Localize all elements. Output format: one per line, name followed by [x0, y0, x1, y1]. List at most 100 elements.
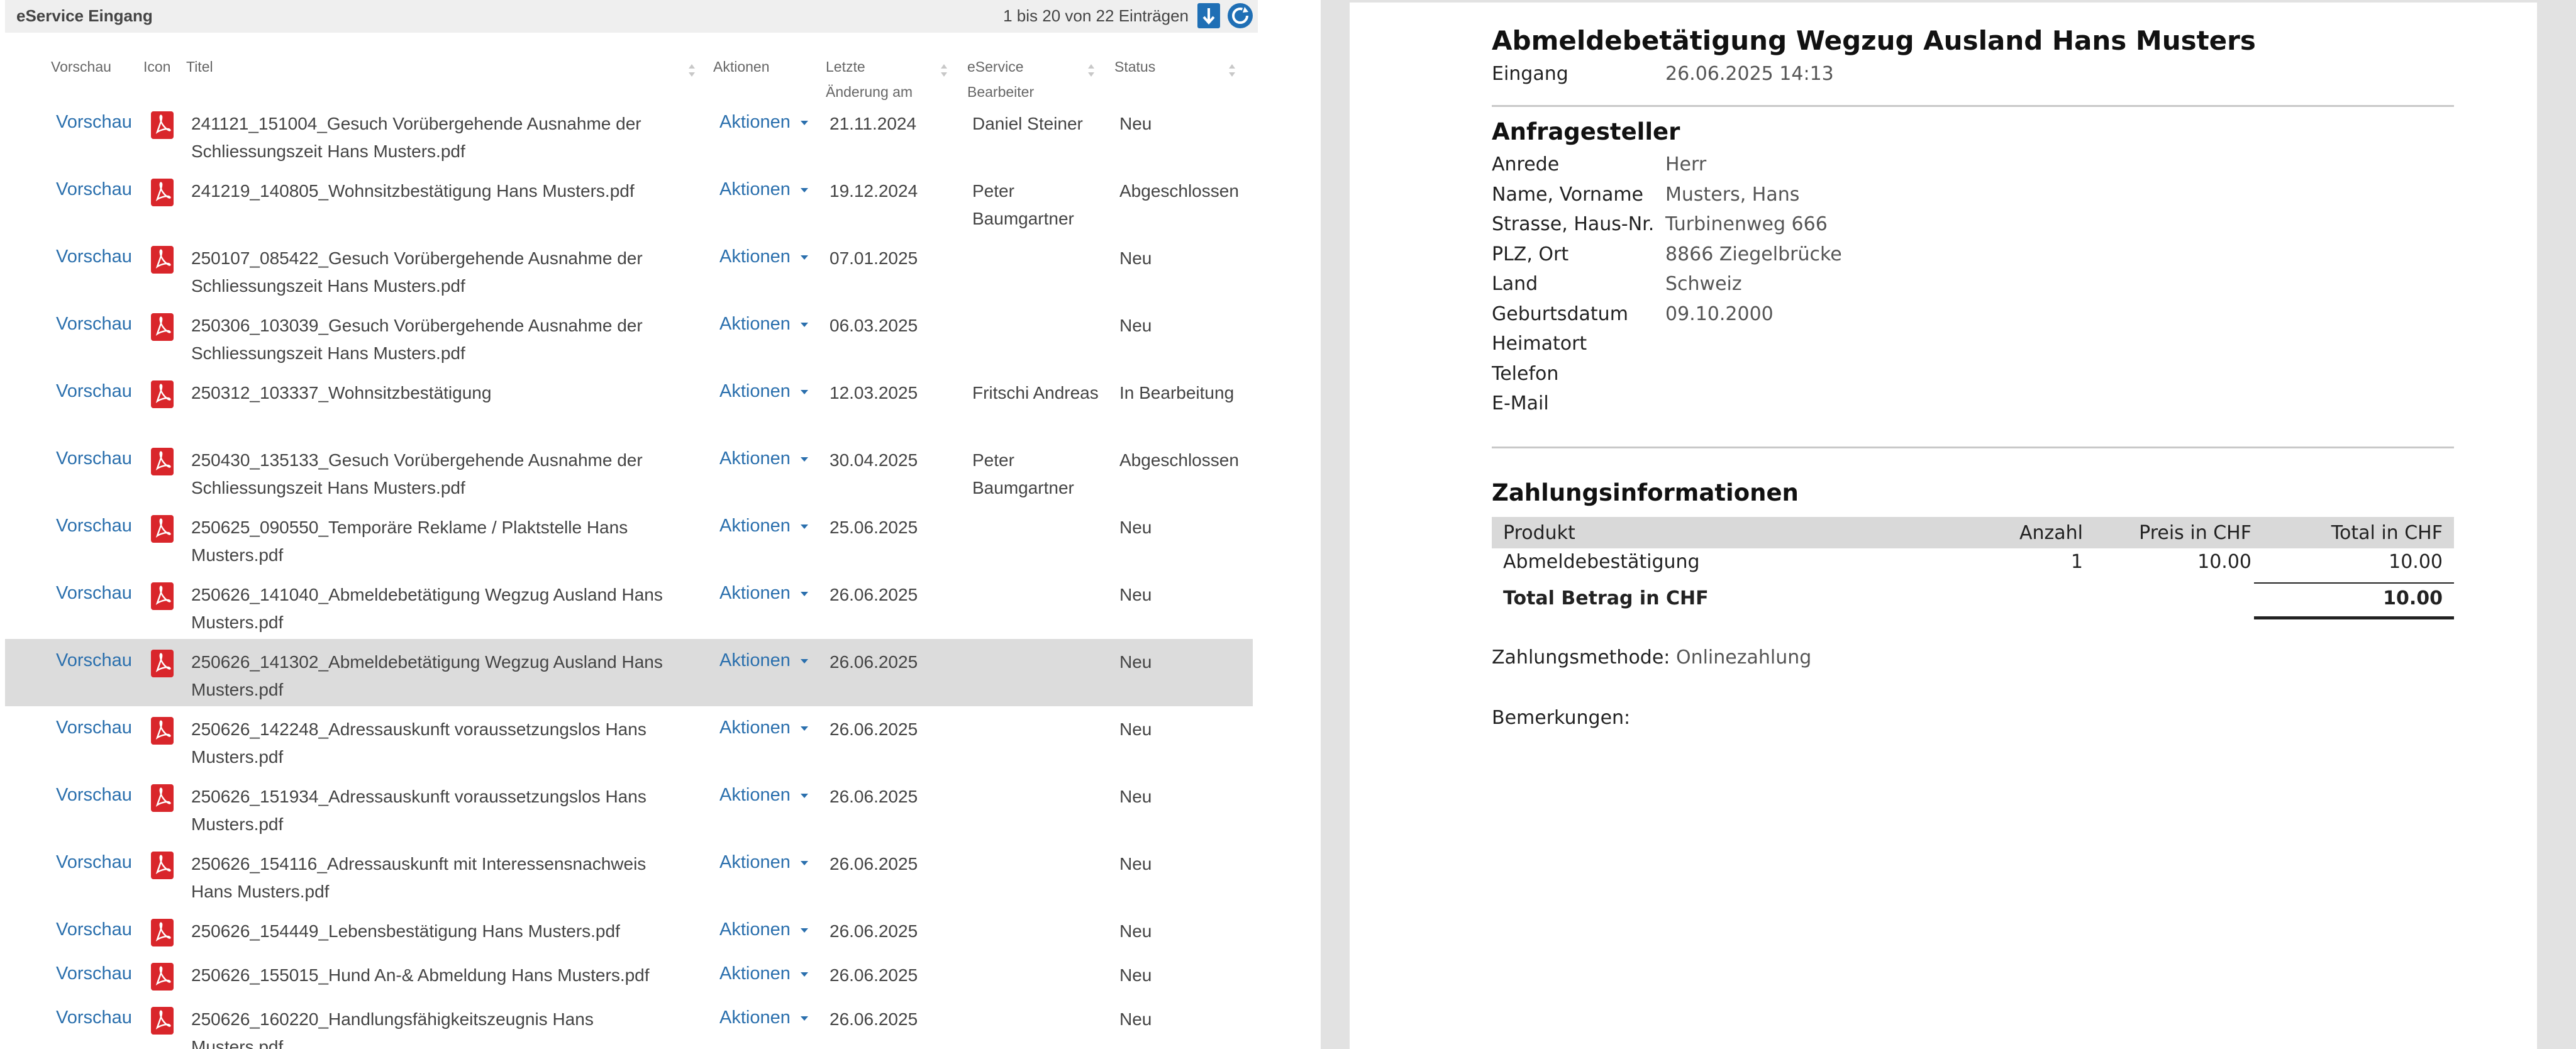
actions-dropdown[interactable]: Aktionen [719, 516, 808, 536]
table-row[interactable]: Vorschau 250626_160220_Handlungsfähigkeit… [5, 996, 1253, 1049]
field-value: Turbinenweg 666 [1665, 213, 1828, 235]
caret-down-icon [800, 120, 808, 125]
row-title[interactable]: 250626_160220_Handlungsfähigkeitszeugnis… [191, 1006, 682, 1049]
row-date: 30.04.2025 [830, 450, 918, 470]
row-status: Neu [1119, 719, 1152, 739]
preview-link[interactable]: Vorschau [56, 314, 132, 335]
actions-dropdown[interactable]: Aktionen [719, 179, 808, 200]
refresh-icon [1232, 7, 1248, 24]
sort-date-icon[interactable] [940, 63, 948, 80]
caret-down-icon [800, 658, 808, 663]
actions-dropdown[interactable]: Aktionen [719, 919, 808, 940]
row-title[interactable]: 250626_154449_Lebensbestätigung Hans Mus… [191, 918, 682, 945]
preview-link[interactable]: Vorschau [56, 852, 132, 873]
preview-link[interactable]: Vorschau [56, 516, 132, 536]
row-title[interactable]: 250626_151934_Adressauskunft voraussetzu… [191, 783, 682, 838]
td-price: 10.00 [2197, 551, 2251, 573]
actions-dropdown[interactable]: Aktionen [719, 650, 808, 671]
row-title[interactable]: 250430_135133_Gesuch Vorübergehende Ausn… [191, 447, 682, 502]
actions-dropdown[interactable]: Aktionen [719, 1007, 808, 1028]
actions-dropdown[interactable]: Aktionen [719, 963, 808, 984]
row-title[interactable]: 250626_141302_Abmeldebetätigung Wegzug A… [191, 648, 682, 704]
col-actions: Aktionen [713, 58, 770, 75]
row-editor: Peter Baumgartner [972, 181, 1074, 228]
field-label: Telefon [1492, 362, 1559, 385]
row-title[interactable]: 250626_141040_Abmeldebetätigung Wegzug A… [191, 581, 682, 636]
col-status[interactable]: Status [1114, 54, 1155, 79]
actions-dropdown[interactable]: Aktionen [719, 247, 808, 267]
actions-dropdown[interactable]: Aktionen [719, 718, 808, 738]
table-row[interactable]: Vorschau 250626_141040_Abmeldebetätigung … [5, 572, 1253, 639]
field-label: Heimatort [1492, 333, 1587, 355]
preview-link[interactable]: Vorschau [56, 112, 132, 133]
row-title[interactable]: 241219_140805_Wohnsitzbestätigung Hans M… [191, 177, 682, 205]
table-row[interactable]: Vorschau 250626_142248_Adressauskunft vor… [5, 706, 1253, 774]
table-row[interactable]: Vorschau 250312_103337_Wohnsitzbestätigun… [5, 370, 1253, 437]
col-title[interactable]: Titel [186, 54, 213, 79]
row-title[interactable]: 250312_103337_Wohnsitzbestätigung [191, 379, 682, 407]
document-title: Abmeldebetätigung Wegzug Ausland Hans Mu… [1492, 25, 2256, 56]
row-title[interactable]: 250107_085422_Gesuch Vorübergehende Ausn… [191, 245, 682, 300]
preview-link[interactable]: Vorschau [56, 381, 132, 402]
col-editor[interactable]: eService Bearbeiter [967, 54, 1034, 104]
preview-link[interactable]: Vorschau [56, 179, 132, 200]
row-date: 26.06.2025 [830, 787, 918, 806]
table-row[interactable]: Vorschau 250430_135133_Gesuch Vorübergehe… [5, 437, 1253, 504]
table-row[interactable]: Vorschau 241219_140805_Wohnsitzbestätigun… [5, 168, 1253, 235]
actions-label: Aktionen [719, 583, 791, 603]
row-date: 26.06.2025 [830, 652, 918, 672]
actions-dropdown[interactable]: Aktionen [719, 448, 808, 469]
pdf-icon [151, 717, 174, 745]
preview-link[interactable]: Vorschau [56, 785, 132, 806]
row-status: Neu [1119, 1009, 1152, 1029]
payment-method-value: Onlinezahlung [1675, 647, 1812, 669]
row-date: 12.03.2025 [830, 383, 918, 402]
row-title[interactable]: 250626_155015_Hund An-& Abmeldung Hans M… [191, 962, 682, 989]
actions-label: Aktionen [719, 381, 791, 401]
sort-status-icon[interactable] [1228, 63, 1236, 80]
preview-link[interactable]: Vorschau [56, 650, 132, 671]
row-title[interactable]: 250306_103039_Gesuch Vorübergehende Ausn… [191, 312, 682, 367]
download-button[interactable] [1197, 3, 1220, 28]
table-row[interactable]: Vorschau 250626_151934_Adressauskunft vor… [5, 774, 1253, 841]
row-title[interactable]: 250625_090550_Temporäre Reklame / Plakts… [191, 514, 682, 569]
table-row[interactable]: Vorschau 250625_090550_Temporäre Reklame … [5, 504, 1253, 572]
preview-link[interactable]: Vorschau [56, 448, 132, 469]
table-row[interactable]: Vorschau 250626_154116_Adressauskunft mit… [5, 841, 1253, 908]
preview-link[interactable]: Vorschau [56, 963, 132, 984]
actions-dropdown[interactable]: Aktionen [719, 112, 808, 133]
preview-link[interactable]: Vorschau [56, 718, 132, 738]
actions-dropdown[interactable]: Aktionen [719, 852, 808, 873]
caret-down-icon [800, 255, 808, 260]
field-label: E-Mail [1492, 392, 1549, 414]
col-last-change-line2: Änderung am [826, 84, 913, 100]
preview-link[interactable]: Vorschau [56, 247, 132, 267]
actions-dropdown[interactable]: Aktionen [719, 381, 808, 402]
pdf-icon [151, 852, 174, 879]
table-row[interactable]: Vorschau 250107_085422_Gesuch Vorübergehe… [5, 235, 1253, 302]
actions-dropdown[interactable]: Aktionen [719, 583, 808, 604]
table-row[interactable]: Vorschau 250626_141302_Abmeldebetätigung … [5, 639, 1253, 706]
actions-dropdown[interactable]: Aktionen [719, 314, 808, 335]
row-title[interactable]: 250626_154116_Adressauskunft mit Interes… [191, 850, 682, 906]
row-title[interactable]: 250626_142248_Adressauskunft voraussetzu… [191, 716, 682, 771]
th-total: Total in CHF [2331, 522, 2443, 544]
sort-editor-icon[interactable] [1087, 63, 1096, 80]
preview-link[interactable]: Vorschau [56, 1007, 132, 1028]
row-date: 25.06.2025 [830, 518, 918, 537]
row-title[interactable]: 241121_151004_Gesuch Vorübergehende Ausn… [191, 110, 682, 165]
col-editor-line1: eService [967, 58, 1024, 75]
th-count: Anzahl [2019, 522, 2083, 544]
sort-title-icon[interactable] [687, 63, 696, 80]
table-row[interactable]: Vorschau 250306_103039_Gesuch Vorübergehe… [5, 302, 1253, 370]
actions-label: Aktionen [719, 247, 791, 267]
caret-down-icon [800, 1016, 808, 1021]
actions-dropdown[interactable]: Aktionen [719, 785, 808, 806]
preview-link[interactable]: Vorschau [56, 919, 132, 940]
pdf-icon [151, 179, 174, 206]
preview-link[interactable]: Vorschau [56, 583, 132, 604]
table-row[interactable]: Vorschau 241121_151004_Gesuch Vorübergehe… [5, 101, 1253, 168]
refresh-button[interactable] [1228, 3, 1253, 28]
col-last-change[interactable]: Letzte Änderung am [826, 54, 913, 104]
td-total: 10.00 [2389, 551, 2443, 573]
